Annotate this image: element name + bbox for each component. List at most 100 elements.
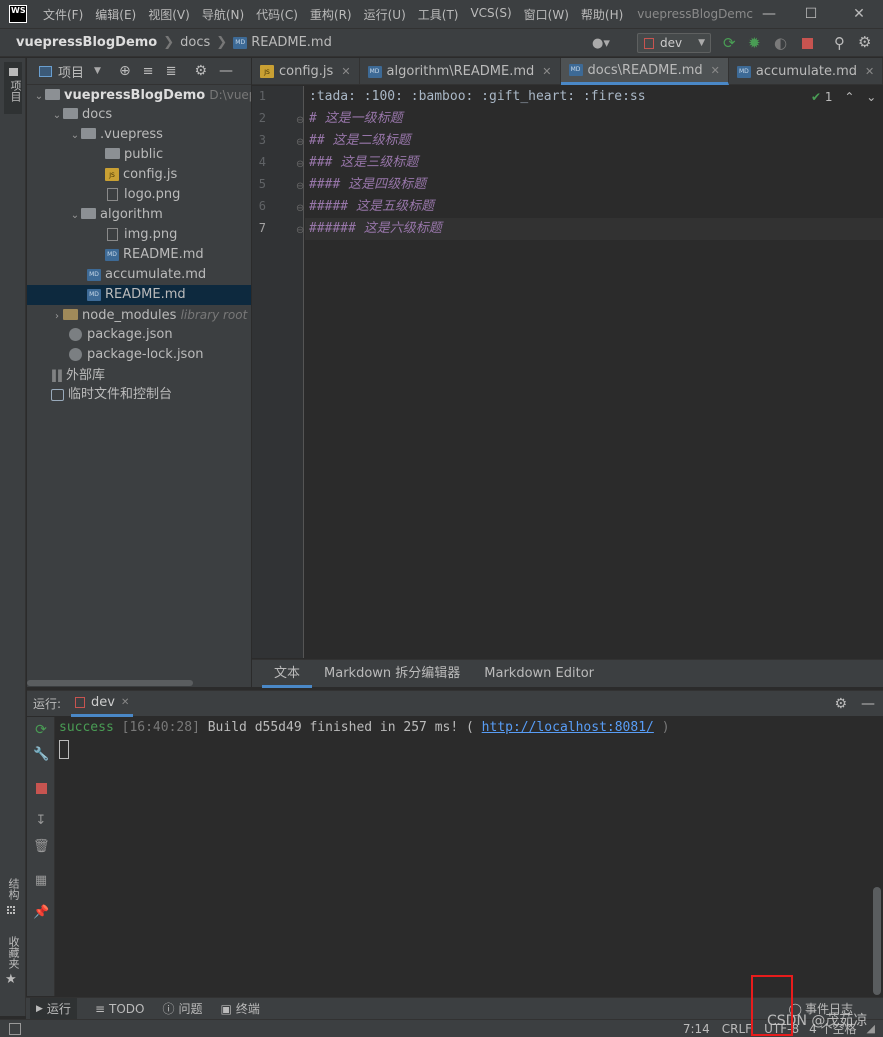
tree-item-img-png[interactable]: img.png xyxy=(27,225,251,245)
problems-tool-button[interactable]: ⓘ 问题 xyxy=(162,1000,202,1017)
stop-icon[interactable] xyxy=(33,781,49,797)
tree-item-algorithm[interactable]: ⌄ algorithm xyxy=(27,205,251,225)
close-tab-icon[interactable]: ✕ xyxy=(542,65,551,78)
tab-markdown-editor[interactable]: Markdown Editor xyxy=(472,660,606,688)
menu-navigate[interactable]: 导航(N) xyxy=(196,6,250,23)
project-tool-button[interactable]: 项目 xyxy=(4,62,22,114)
menu-view[interactable]: 视图(V) xyxy=(142,6,196,23)
menu-window[interactable]: 窗口(W) xyxy=(518,6,575,23)
maximize-icon[interactable]: ☐ xyxy=(788,0,834,28)
pin-icon[interactable]: 📌 xyxy=(33,905,49,921)
fold-icon[interactable]: ⊖ xyxy=(296,159,304,170)
tree-item-accumulate[interactable]: MD accumulate.md xyxy=(27,265,251,285)
breadcrumb-file[interactable]: README.md xyxy=(251,35,332,50)
menu-edit[interactable]: 编辑(E) xyxy=(89,6,142,23)
menu-code[interactable]: 代码(C) xyxy=(250,6,304,23)
check-icon: ✔ xyxy=(811,90,822,104)
todo-tool-button[interactable]: ≡ TODO xyxy=(95,1002,145,1016)
scroll-to-end-icon[interactable]: ↧ xyxy=(33,813,49,829)
tab-algorithm-readme[interactable]: MD algorithm\README.md ✕ xyxy=(360,58,561,85)
tree-item-readme-selected[interactable]: MD README.md xyxy=(27,285,251,305)
project-panel-title[interactable]: 项目 xyxy=(58,62,84,81)
chevron-down-icon[interactable]: ⌄ xyxy=(866,90,876,104)
wrench-icon[interactable]: 🔧 xyxy=(33,747,49,763)
menu-help[interactable]: 帮助(H) xyxy=(575,6,629,23)
toggle-tool-windows-icon[interactable] xyxy=(9,1022,21,1035)
breadcrumb-folder[interactable]: docs xyxy=(180,35,210,50)
tree-item-scratches[interactable]: 临时文件和控制台 xyxy=(27,385,251,405)
panel-settings-gear-icon[interactable]: ⚙ xyxy=(194,63,207,79)
debug-icon[interactable]: ✹ xyxy=(748,34,761,52)
layout-icon[interactable]: ▦ xyxy=(33,873,49,889)
tab-config-js[interactable]: JS config.js ✕ xyxy=(252,58,360,85)
close-tab-icon[interactable]: ✕ xyxy=(711,64,720,77)
code-editor[interactable]: :tada: :100: :bamboo: :gift_heart: :fire… xyxy=(305,86,883,658)
collapse-all-icon[interactable]: ≣ xyxy=(166,64,177,79)
close-window-icon[interactable]: ✕ xyxy=(836,0,882,28)
tree-item-config-js[interactable]: JS config.js xyxy=(27,165,251,185)
menu-vcs[interactable]: VCS(S) xyxy=(464,6,517,23)
search-icon[interactable]: ⚲ xyxy=(834,34,845,52)
close-tab-icon[interactable]: ✕ xyxy=(865,65,874,78)
fold-icon[interactable]: ⊖ xyxy=(296,115,304,126)
stop-icon[interactable] xyxy=(802,38,813,49)
menu-refactor[interactable]: 重构(R) xyxy=(304,6,358,23)
tree-item-algorithm-readme[interactable]: MD README.md xyxy=(27,245,251,265)
hide-panel-icon[interactable]: — xyxy=(861,696,875,712)
close-tab-icon[interactable]: ✕ xyxy=(341,65,350,78)
tab-docs-readme[interactable]: MD docs\README.md ✕ xyxy=(560,58,729,85)
image-file-icon xyxy=(107,228,118,241)
tree-item-label: 外部库 xyxy=(66,368,106,383)
fold-icon[interactable]: ⊖ xyxy=(296,181,304,192)
localhost-link[interactable]: http://localhost:8081/ xyxy=(482,720,654,735)
rerun-icon[interactable]: ⟳ xyxy=(33,722,49,738)
expand-all-icon[interactable]: ≡ xyxy=(143,64,154,79)
lock-icon[interactable]: ◢ xyxy=(867,1022,875,1035)
close-tab-icon[interactable]: ✕ xyxy=(121,697,129,708)
tree-item-node-modules[interactable]: › node_modules library root xyxy=(27,305,251,325)
tree-item-label: .vuepress xyxy=(100,127,163,142)
main-menu: 文件(F) 编辑(E) 视图(V) 导航(N) 代码(C) 重构(R) 运行(U… xyxy=(37,6,629,23)
chevron-up-icon[interactable]: ⌃ xyxy=(844,90,854,104)
tab-accumulate[interactable]: MD accumulate.md ✕ xyxy=(729,58,883,85)
tab-split-editor[interactable]: Markdown 拆分编辑器 xyxy=(312,660,472,688)
run-console[interactable]: success [16:40:28] Build d55d49 finished… xyxy=(56,717,883,996)
vertical-scrollbar[interactable] xyxy=(873,887,881,995)
caret-position[interactable]: 7:14 xyxy=(683,1022,710,1036)
locate-file-icon[interactable]: ⊕ xyxy=(119,63,131,79)
menu-tools[interactable]: 工具(T) xyxy=(412,6,465,23)
code-line-heading: ## 这是二级标题 xyxy=(309,133,411,148)
terminal-tool-button[interactable]: ▣ 终端 xyxy=(221,1000,260,1017)
run-tab-dev[interactable]: dev ✕ xyxy=(71,691,134,717)
project-view-icon xyxy=(39,65,52,77)
run-settings-gear-icon[interactable]: ⚙ xyxy=(834,696,847,712)
tree-item-package-json[interactable]: package.json xyxy=(27,325,251,345)
menu-file[interactable]: 文件(F) xyxy=(37,6,89,23)
fold-icon[interactable]: ⊖ xyxy=(296,225,304,236)
settings-gear-icon[interactable]: ⚙ xyxy=(858,33,871,51)
run-config-selector[interactable]: dev ▼ xyxy=(637,33,711,53)
tree-item-vuepress[interactable]: ⌄ .vuepress xyxy=(27,125,251,145)
inspection-widget[interactable]: ✔ 1 ⌃ ⌄ xyxy=(811,90,876,104)
coverage-icon[interactable]: ◐ xyxy=(774,34,787,52)
horizontal-scrollbar[interactable] xyxy=(27,680,193,686)
tree-item-public[interactable]: public xyxy=(27,145,251,165)
tree-item-root[interactable]: ⌄ vuepressBlogDemo D:\vuepre xyxy=(27,85,251,105)
tree-item-docs[interactable]: ⌄ docs xyxy=(27,105,251,125)
tree-item-logo-png[interactable]: logo.png xyxy=(27,185,251,205)
menu-run[interactable]: 运行(U) xyxy=(358,6,412,23)
dropdown-arrow-icon[interactable]: ▼ xyxy=(94,66,101,76)
tree-item-package-lock[interactable]: package-lock.json xyxy=(27,345,251,365)
minimize-icon[interactable]: — xyxy=(746,0,792,28)
user-icon[interactable]: ●▾ xyxy=(592,36,610,51)
rerun-icon[interactable]: ⟳ xyxy=(723,34,736,52)
breadcrumb-project[interactable]: vuepressBlogDemo xyxy=(16,35,157,50)
run-tool-button[interactable]: ▶ 运行 xyxy=(30,998,77,1019)
trash-icon[interactable]: 🗑 xyxy=(33,839,50,855)
tab-text-mode[interactable]: 文本 xyxy=(262,660,313,688)
hide-panel-icon[interactable]: — xyxy=(219,63,233,79)
line-separator[interactable]: CRLF xyxy=(722,1022,752,1036)
tree-item-external-libs[interactable]: ‖‖ 外部库 xyxy=(27,365,251,385)
fold-icon[interactable]: ⊖ xyxy=(296,137,304,148)
fold-icon[interactable]: ⊖ xyxy=(296,203,304,214)
